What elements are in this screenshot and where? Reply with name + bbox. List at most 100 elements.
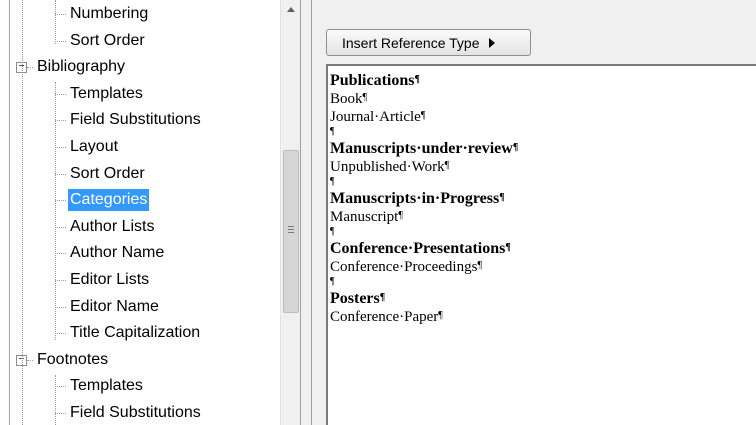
tree-item[interactable]: Layout (68, 134, 120, 160)
tree-item[interactable]: Numbering (68, 1, 150, 27)
tree-connector (27, 67, 33, 69)
tree-scrollbar[interactable] (280, 0, 301, 425)
tree-item-label: Editor Lists (70, 271, 150, 288)
tree-connector (55, 147, 66, 148)
category-heading[interactable]: Posters¶ (330, 290, 756, 308)
tree-item-label: Layout (70, 138, 119, 155)
grip-icon (288, 226, 294, 227)
paragraph-text: Conference·Paper (330, 309, 439, 325)
reference-type-entry[interactable]: Conference·Paper¶ (330, 308, 756, 326)
scroll-up-button[interactable] (281, 0, 301, 18)
tree-item-label: Editor Name (70, 297, 159, 315)
tree-item[interactable]: Bibliography (35, 54, 127, 80)
tree-guide-line (55, 0, 56, 44)
tree-guide-line (22, 0, 23, 425)
submenu-arrow-icon (489, 37, 496, 48)
style-settings-tree[interactable]: Numbering Sort Order Bibliography − Template… (10, 0, 278, 425)
empty-paragraph[interactable]: ¶ (330, 226, 756, 240)
pilcrow-icon: ¶ (414, 74, 420, 85)
pilcrow-icon: ¶ (505, 242, 511, 253)
tree-item[interactable]: Author Lists (68, 214, 156, 240)
tree-item-label: Categories (68, 189, 150, 212)
tree-item[interactable]: Field Substitutions (68, 400, 203, 425)
category-heading[interactable]: Manuscripts·in·Progress¶ (330, 190, 756, 208)
reference-type-entry[interactable]: Book¶ (330, 90, 756, 108)
tree-item[interactable]: Title Capitalization (68, 320, 202, 346)
tree-item-label: Templates (70, 84, 143, 102)
tree-item-label: Footnotes (37, 350, 109, 368)
tree-item-label: Author Name (70, 244, 165, 262)
tree-item[interactable]: Templates (68, 81, 145, 107)
paragraph-text: Manuscripts·in·Progress (330, 190, 500, 207)
tree-connector (27, 359, 33, 361)
tree-item-label: Numbering (70, 5, 149, 22)
tree-connector (55, 413, 66, 414)
category-heading[interactable]: Conference·Presentations¶ (330, 240, 756, 258)
tree-connector (55, 226, 66, 228)
tree-item[interactable]: Sort Order (68, 161, 147, 187)
tree-item[interactable]: Editor Name (68, 294, 161, 320)
paragraph-text: Publications (330, 72, 415, 89)
tree-item-label: Field Substitutions (70, 111, 201, 129)
empty-paragraph[interactable]: ¶ (330, 126, 756, 140)
tree-connector (55, 386, 66, 388)
grip-line (288, 229, 294, 230)
up-arrow-icon (287, 6, 295, 12)
pilcrow-icon: ¶ (330, 176, 335, 187)
paragraph-text: Conference·Proceedings (330, 259, 478, 275)
reference-type-entry[interactable]: Manuscript¶ (330, 208, 756, 226)
tree-connector (55, 93, 66, 95)
tree-item[interactable]: Author Name (68, 240, 166, 266)
tree-item[interactable]: Footnotes (35, 347, 110, 373)
empty-paragraph[interactable]: ¶ (330, 176, 756, 190)
pilcrow-icon: ¶ (420, 110, 426, 121)
paragraph-text: Journal·Article (330, 109, 421, 125)
tree-item[interactable]: Editor Lists (68, 267, 151, 293)
categories-text-editor[interactable]: Publications¶ Book¶ Journal·Article¶ ¶ Manus… (326, 64, 756, 425)
pilcrow-icon: ¶ (512, 142, 519, 153)
tree-connector (55, 306, 66, 308)
panel-splitter[interactable] (300, 0, 312, 425)
grip-line (288, 232, 294, 233)
pilcrow-icon: ¶ (379, 292, 386, 303)
pilcrow-icon: ¶ (444, 160, 450, 171)
tree-item-label: Sort Order (70, 164, 145, 182)
tree-item[interactable]: Sort Order (68, 28, 147, 54)
pilcrow-icon: ¶ (438, 310, 443, 321)
tree-item-label: Field Substitutions (70, 404, 201, 421)
paragraph-text: Unpublished·Work (330, 159, 445, 175)
paragraph-text: Conference·Presentations (330, 240, 506, 257)
tree-item-label: Title Capitalization (70, 324, 201, 342)
reference-type-entry[interactable]: Conference·Proceedings¶ (330, 258, 756, 276)
tree-connector (55, 120, 66, 122)
category-editor-panel: Insert Reference Type Publications¶ Book¶… (312, 0, 756, 425)
pilcrow-icon: ¶ (330, 276, 335, 287)
tree-connector (55, 173, 66, 175)
category-heading[interactable]: Publications¶ (330, 72, 756, 90)
tree-item[interactable]: Field Substitutions (68, 107, 203, 133)
tree-item-label: Templates (70, 377, 143, 395)
tree-connector (55, 253, 66, 255)
pilcrow-icon: ¶ (499, 192, 505, 203)
paragraph-text: Posters (330, 290, 380, 307)
pilcrow-icon: ¶ (330, 226, 335, 237)
pilcrow-icon: ¶ (477, 260, 482, 271)
tree-item-label: Author Lists (70, 217, 155, 235)
pilcrow-icon: ¶ (330, 126, 335, 137)
reference-type-entry[interactable]: Unpublished·Work¶ (330, 158, 756, 176)
window-left-edge (0, 0, 10, 425)
tree-connector (55, 280, 66, 281)
tree-item[interactable]: Categories (68, 187, 150, 213)
insert-reference-type-button[interactable]: Insert Reference Type (326, 29, 531, 56)
category-heading[interactable]: Manuscripts·under·review¶ (330, 140, 756, 158)
paragraph-text: Manuscript (330, 209, 399, 225)
tree-item[interactable]: Templates (68, 373, 145, 399)
tree-connector (55, 333, 66, 335)
reference-type-entry[interactable]: Journal·Article¶ (330, 108, 756, 126)
pilcrow-icon: ¶ (398, 210, 403, 221)
insert-reference-type-label: Insert Reference Type (342, 34, 480, 51)
tree-connector (55, 200, 66, 202)
scrollbar-thumb[interactable] (283, 150, 299, 313)
tree-item-label: Bibliography (37, 58, 126, 76)
empty-paragraph[interactable]: ¶ (330, 276, 756, 290)
